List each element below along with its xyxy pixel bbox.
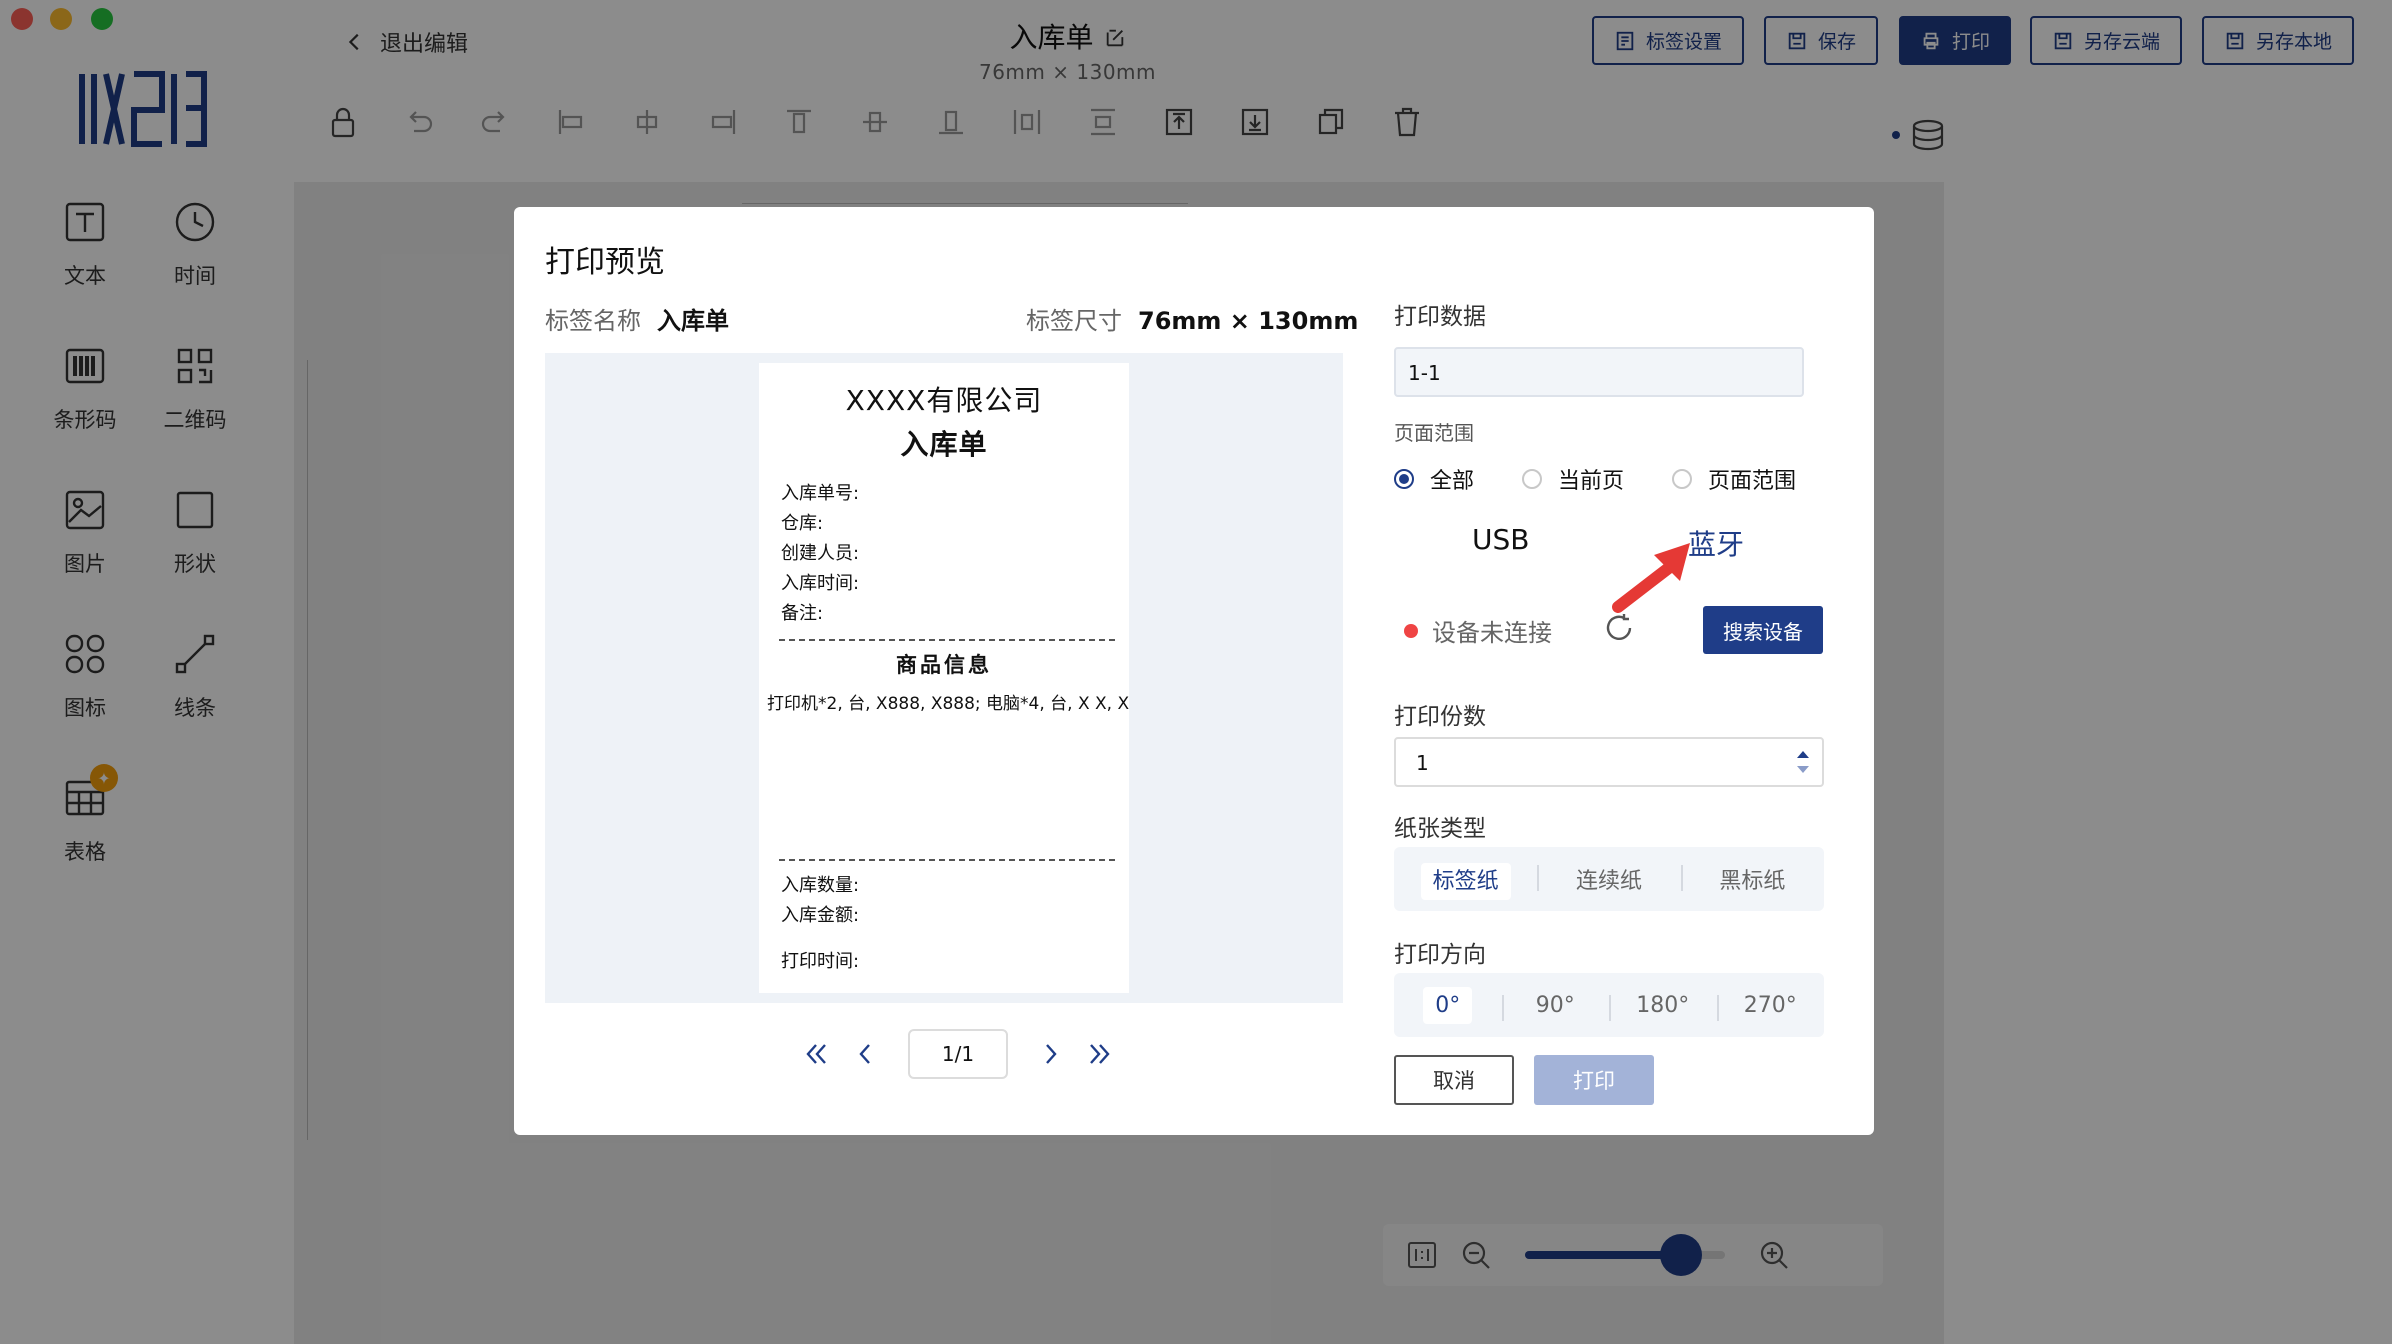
label-name-value: 入库单 <box>657 307 729 335</box>
status-dot-icon <box>1404 623 1418 638</box>
print-data-input[interactable]: 1-1 <box>1394 347 1804 397</box>
device-status: 设备未连接 <box>1404 613 1552 648</box>
preview-area: XXXX有限公司 入库单 入库单号: 仓库: 创建人员: 入库时间: 备注: 商… <box>545 353 1343 1003</box>
direction-option-label: 270° <box>1743 992 1797 1018</box>
preview-field: 创建人员: <box>781 543 860 564</box>
page-range-all[interactable]: 全部 <box>1394 463 1474 495</box>
stepper-arrows-icon[interactable] <box>1794 745 1812 779</box>
page-range-option-label: 当前页 <box>1558 469 1625 494</box>
preview-field: 备注: <box>781 603 824 624</box>
direction-90[interactable]: 90° <box>1501 992 1610 1021</box>
annotation-arrow-icon <box>1612 543 1690 613</box>
paper-type-selector: 标签纸 连续纸 黑标纸 <box>1394 847 1824 911</box>
print-preview-dialog: 打印预览 标签名称 入库单 标签尺寸 76mm × 130mm XXXX有限公司 入… <box>514 207 1874 1135</box>
label-name-key: 标签名称 <box>545 307 641 335</box>
copies-label: 打印份数 <box>1394 704 1486 730</box>
preview-field: 入库时间: <box>781 573 860 594</box>
preview-company: XXXX有限公司 <box>845 384 1043 417</box>
page-range-option-label: 全部 <box>1430 469 1475 494</box>
preview-field: 入库金额: <box>781 905 860 926</box>
search-device-button[interactable]: 搜索设备 <box>1703 606 1823 654</box>
print-data-label: 打印数据 <box>1394 304 1486 330</box>
label-preview: XXXX有限公司 入库单 入库单号: 仓库: 创建人员: 入库时间: 备注: 商… <box>759 363 1129 993</box>
copies-stepper[interactable]: 1 <box>1394 737 1824 787</box>
page-range-option-label: 页面范围 <box>1708 469 1797 494</box>
page-range-custom[interactable]: 页面范围 <box>1672 463 1796 495</box>
preview-print-time: 打印时间: <box>781 951 860 972</box>
preview-field: 入库数量: <box>781 875 860 896</box>
next-page-icon[interactable] <box>1036 1039 1066 1069</box>
dialog-title: 打印预览 <box>545 245 665 280</box>
direction-0[interactable]: 0° <box>1394 986 1502 1024</box>
device-status-text: 设备未连接 <box>1432 619 1552 647</box>
page-range-current[interactable]: 当前页 <box>1522 463 1624 495</box>
connection-usb-tab[interactable]: USB <box>1472 523 1529 556</box>
page-range-label: 页面范围 <box>1394 421 1474 445</box>
last-page-icon[interactable] <box>1084 1039 1114 1069</box>
first-page-icon[interactable] <box>802 1039 832 1069</box>
paper-type-option-label: 连续纸 <box>1575 869 1642 894</box>
direction-option-label: 0° <box>1423 986 1473 1024</box>
direction-label: 打印方向 <box>1394 942 1486 968</box>
preview-section-title: 商品信息 <box>896 653 992 677</box>
preview-title: 入库单 <box>900 428 988 461</box>
radio-icon <box>1522 469 1543 489</box>
direction-180[interactable]: 180° <box>1609 992 1717 1021</box>
page-input[interactable]: 1/1 <box>908 1029 1008 1079</box>
direction-option-label: 180° <box>1636 992 1690 1018</box>
paper-type-continuous[interactable]: 连续纸 <box>1537 863 1680 895</box>
paper-type-option-label: 标签纸 <box>1420 863 1511 900</box>
direction-option-label: 90° <box>1535 992 1575 1018</box>
label-size: 标签尺寸 76mm × 130mm <box>1026 301 1358 336</box>
copies-value: 1 <box>1416 751 1429 775</box>
preview-field: 仓库: <box>781 513 824 534</box>
cancel-button[interactable]: 取消 <box>1394 1055 1514 1105</box>
preview-goods: 打印机*2, 台, X888, X888; 电脑*4, 台, X X, X <box>767 694 1129 714</box>
preview-divider <box>779 639 1115 641</box>
direction-selector: 0° 90° 180° 270° <box>1394 973 1824 1037</box>
paper-type-label: 纸张类型 <box>1394 816 1486 842</box>
page-range-group: 全部 当前页 页面范围 <box>1394 463 1796 495</box>
preview-divider <box>779 859 1115 861</box>
paper-type-black-mark[interactable]: 黑标纸 <box>1680 863 1824 895</box>
label-size-value: 76mm × 130mm <box>1138 307 1359 335</box>
label-name: 标签名称 入库单 <box>545 301 729 336</box>
radio-icon <box>1672 469 1693 489</box>
refresh-icon[interactable] <box>1602 611 1636 645</box>
radio-selected-icon <box>1394 469 1414 489</box>
print-button[interactable]: 打印 <box>1534 1055 1654 1105</box>
preview-field: 入库单号: <box>781 483 860 504</box>
direction-270[interactable]: 270° <box>1716 992 1825 1021</box>
label-size-key: 标签尺寸 <box>1026 307 1122 335</box>
page-navigator: 1/1 <box>802 1029 1114 1079</box>
paper-type-label-paper[interactable]: 标签纸 <box>1394 863 1537 900</box>
paper-type-option-label: 黑标纸 <box>1719 869 1786 894</box>
prev-page-icon[interactable] <box>850 1039 880 1069</box>
